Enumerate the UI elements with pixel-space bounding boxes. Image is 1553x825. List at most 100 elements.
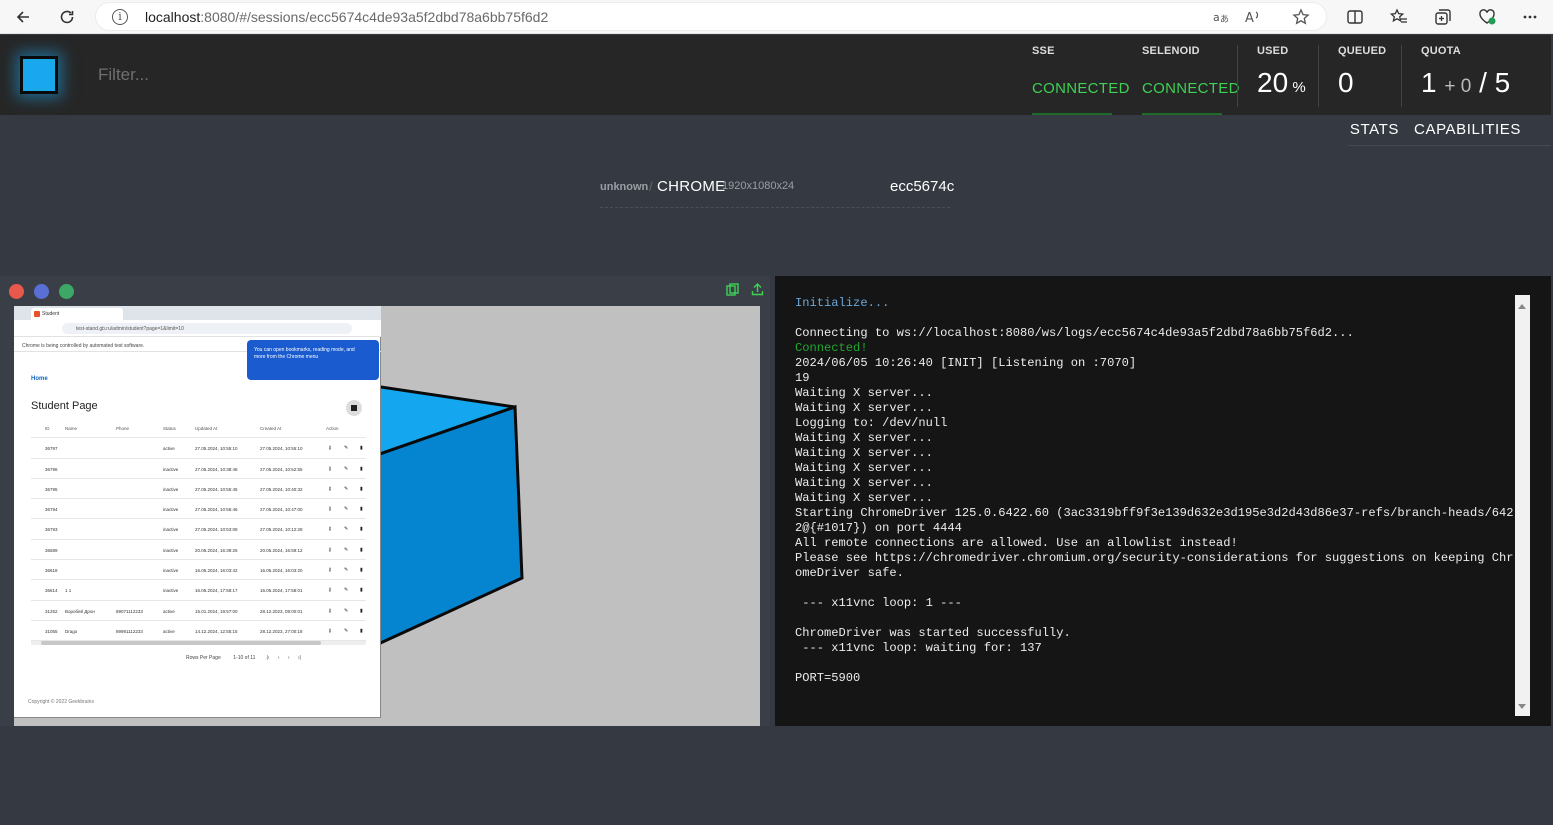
sse-underline	[1032, 113, 1112, 115]
site-info-icon[interactable]: i	[112, 9, 128, 25]
table-cell: 27.05.2024, 10:12:28	[260, 527, 303, 533]
tab-capabilities[interactable]: CAPABILITIES	[1414, 121, 1521, 144]
selenoid-connection-status: CONNECTED	[1142, 80, 1240, 97]
delete-icon[interactable]: ▮	[360, 506, 363, 512]
fullscreen-dot[interactable]	[59, 284, 74, 299]
remote-browser-window[interactable]: Student test-stand.gb.ru/admin/student?p…	[14, 306, 381, 718]
table-cell: 36614	[45, 588, 58, 594]
table-cell: inactive	[163, 466, 179, 472]
address-bar[interactable]: i localhost:8080/#/sessions/ecc5674c4de9…	[95, 2, 1327, 31]
table-cell: inactive	[163, 486, 179, 492]
browser-toolbar: i localhost:8080/#/sessions/ecc5674c4de9…	[0, 0, 1553, 34]
edit-icon[interactable]: ✎	[344, 486, 348, 492]
url-text[interactable]: localhost:8080/#/sessions/ecc5674c4de93a…	[145, 9, 548, 25]
more-menu-icon[interactable]	[1519, 6, 1541, 28]
tab-stats[interactable]: STATS	[1350, 121, 1399, 144]
key-icon[interactable]: ⚷	[328, 445, 332, 451]
column-header[interactable]: Created At	[260, 426, 281, 431]
table-cell: 28.12.2023, 09:00:01	[260, 608, 303, 614]
students-table: ID Name Phone Status Updated At Created At Act…	[31, 418, 366, 642]
log-line: Initialize...	[795, 296, 890, 310]
used-value: 20 %	[1257, 67, 1306, 98]
delete-icon[interactable]: ▮	[360, 445, 363, 451]
key-icon[interactable]: ⚷	[328, 628, 332, 634]
edit-icon[interactable]: ✎	[344, 628, 348, 634]
upload-icon[interactable]	[751, 283, 765, 297]
remote-tab[interactable]: Student	[31, 308, 123, 320]
reload-icon[interactable]	[56, 6, 78, 28]
edit-icon[interactable]: ✎	[344, 567, 348, 573]
read-aloud-icon[interactable]: A	[1244, 8, 1262, 30]
key-icon[interactable]: ⚷	[328, 587, 332, 593]
delete-icon[interactable]: ▮	[360, 547, 363, 553]
log-line: Please see https://chromedriver.chromium…	[795, 551, 1514, 580]
vnc-screen[interactable]: Student test-stand.gb.ru/admin/student?p…	[14, 306, 760, 726]
browser-essentials-icon[interactable]	[1476, 6, 1498, 28]
selenoid-logo[interactable]	[20, 56, 58, 94]
log-line: Waiting X server...	[795, 491, 933, 505]
log-line: Waiting X server...	[795, 401, 933, 415]
breadcrumb-home[interactable]: Home	[31, 376, 48, 382]
add-student-button[interactable]	[346, 400, 362, 416]
edit-icon[interactable]: ✎	[344, 445, 348, 451]
log-line: ChromeDriver was started successfully.	[795, 626, 1071, 640]
separator: /	[649, 179, 653, 194]
clipboard-icon[interactable]	[726, 283, 740, 297]
column-header[interactable]: Name	[65, 426, 77, 431]
session-info: unknown / CHROME 1920x1080x24 ecc5674c	[600, 178, 954, 208]
column-header[interactable]: Action	[326, 426, 339, 431]
delete-icon[interactable]: ▮	[360, 628, 363, 634]
edit-icon[interactable]: ✎	[344, 526, 348, 532]
delete-icon[interactable]: ▮	[360, 526, 363, 532]
key-icon[interactable]: ⚷	[328, 547, 332, 553]
delete-icon[interactable]: ▮	[360, 608, 363, 614]
edit-icon[interactable]: ✎	[344, 466, 348, 472]
edit-icon[interactable]: ✎	[344, 587, 348, 593]
key-icon[interactable]: ⚷	[328, 608, 332, 614]
column-header[interactable]: Phone	[116, 426, 129, 431]
log-line: Waiting X server...	[795, 446, 933, 460]
table-scrollbar[interactable]	[31, 641, 366, 645]
table-cell: 27.05.2024, 10:56:46	[195, 507, 238, 513]
table-cell: Drago	[65, 628, 78, 634]
edit-icon[interactable]: ✎	[344, 506, 348, 512]
column-header[interactable]: ID	[45, 426, 50, 431]
delete-icon[interactable]: ▮	[360, 466, 363, 472]
table-cell: 36618	[45, 568, 58, 574]
tabs-underline	[1348, 145, 1551, 146]
back-arrow-icon[interactable]	[12, 6, 34, 28]
remote-url[interactable]: test-stand.gb.ru/admin/student?page=1&li…	[62, 323, 352, 334]
favorites-icon[interactable]	[1388, 6, 1410, 28]
key-icon[interactable]: ⚷	[328, 466, 332, 472]
key-icon[interactable]: ⚷	[328, 506, 332, 512]
delete-icon[interactable]: ▮	[360, 587, 363, 593]
edit-icon[interactable]: ✎	[344, 608, 348, 614]
scroll-down-icon[interactable]	[1518, 704, 1526, 709]
favorite-star-icon[interactable]	[1292, 8, 1310, 30]
translate-icon[interactable]: aあ	[1212, 8, 1230, 30]
collections-icon[interactable]	[1432, 6, 1454, 28]
divider	[1401, 45, 1402, 107]
table-cell: 36689	[45, 547, 58, 553]
filter-input[interactable]	[98, 65, 398, 85]
log-line: 2024/06/05 10:26:40 [INIT] [Listening on…	[795, 356, 1137, 370]
minimize-dot[interactable]	[34, 284, 49, 299]
table-cell: active	[163, 446, 175, 452]
split-screen-icon[interactable]	[1344, 6, 1366, 28]
browser-version: unknown	[600, 181, 649, 193]
delete-icon[interactable]: ▮	[360, 567, 363, 573]
key-icon[interactable]: ⚷	[328, 567, 332, 573]
key-icon[interactable]: ⚷	[328, 486, 332, 492]
table-row: 36797 active 27.05.2024, 10:55:10 27.05.202…	[31, 438, 366, 459]
close-dot[interactable]	[9, 284, 24, 299]
edit-icon[interactable]: ✎	[344, 547, 348, 553]
delete-icon[interactable]: ▮	[360, 486, 363, 492]
scroll-up-icon[interactable]	[1518, 304, 1526, 309]
table-cell: 16.05.2024, 17:58:17	[195, 588, 238, 594]
column-header[interactable]: Status	[163, 426, 176, 431]
key-icon[interactable]: ⚷	[328, 526, 332, 532]
log-scrollbar[interactable]	[1515, 295, 1530, 716]
column-header[interactable]: Updated At	[195, 426, 217, 431]
table-row: 36793 inactive 27.05.2024, 10:53:08 27.05.2…	[31, 519, 366, 540]
